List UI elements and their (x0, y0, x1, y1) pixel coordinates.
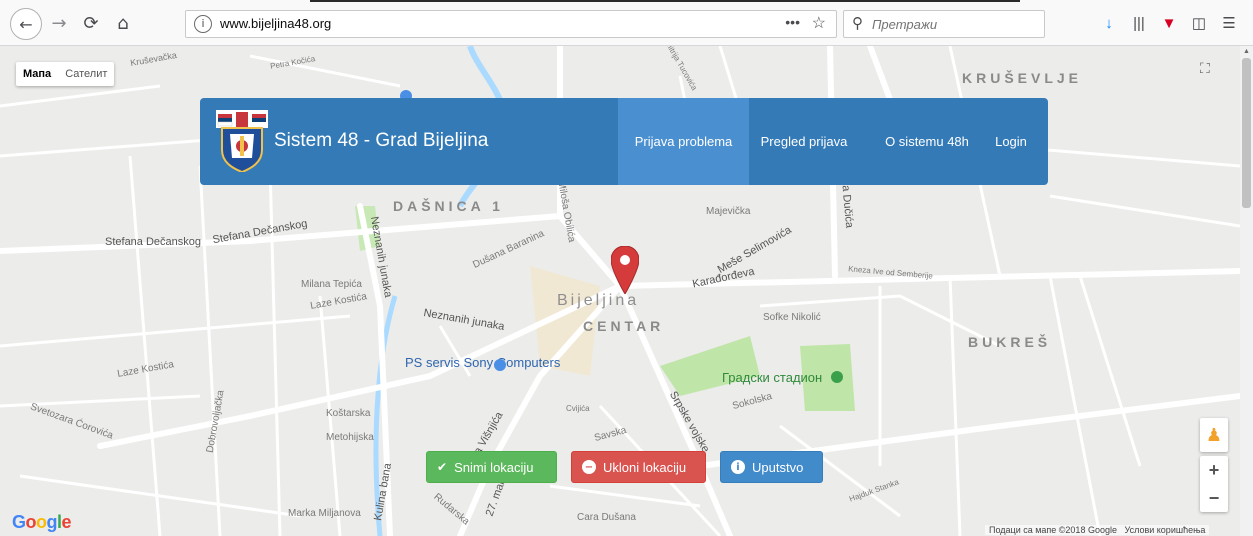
street-label: Koštarska (326, 408, 371, 419)
site-brand[interactable]: Sistem 48 - Grad Bijeljina (274, 130, 488, 152)
street-label: Cara Dušana (577, 512, 636, 523)
search-box[interactable]: ⚲ Претражи (843, 10, 1045, 38)
nav-view-reports[interactable]: Pregled prijava (749, 98, 859, 185)
map-attribution: Подаци са мапе ©2018 Google Услови кориш… (985, 525, 1210, 535)
location-marker-icon[interactable] (611, 246, 639, 294)
ublock-shield-icon[interactable]: ▼ (1158, 12, 1180, 34)
remove-location-label: Ukloni lokaciju (603, 459, 687, 475)
url-text[interactable]: www.bijeljina48.org (220, 16, 331, 31)
search-placeholder[interactable]: Претражи (872, 17, 937, 32)
nav-login[interactable]: Login (986, 98, 1036, 185)
street-label: Stefana Dečanskog (105, 236, 202, 248)
instructions-button[interactable]: i Uputstvo (720, 451, 823, 483)
save-location-label: Snimi lokaciju (454, 459, 534, 475)
zoom-in-button[interactable]: + (1200, 456, 1228, 484)
map-type-map-button[interactable]: Мапа (16, 62, 58, 86)
street-label: Marka Miljanova (288, 508, 361, 519)
street-label: Milana Tepića (301, 279, 362, 290)
menu-icon[interactable]: ☰ (1218, 12, 1240, 34)
fullscreen-icon[interactable]: ⛶ (1200, 60, 1220, 80)
scroll-up-icon[interactable]: ▲ (1243, 48, 1250, 55)
zoom-control: + − (1200, 456, 1228, 512)
scrollbar-thumb[interactable] (1242, 58, 1251, 208)
google-logo: Google (12, 512, 72, 532)
check-icon: ✔ (437, 460, 448, 474)
bookmark-star-icon[interactable]: ☆ (812, 13, 826, 33)
city-crest-logo[interactable] (216, 110, 268, 172)
save-location-button[interactable]: ✔ Snimi lokaciju (426, 451, 557, 483)
home-icon[interactable]: ⌂ (110, 10, 136, 36)
district-label: KRUŠEVLJE (962, 70, 1083, 86)
poi-label[interactable]: PS servis Sony Computers (405, 356, 560, 370)
forward-button[interactable]: → (46, 10, 72, 36)
info-circle-icon: i (731, 460, 745, 474)
reload-icon[interactable]: ⟳ (78, 10, 104, 36)
street-label: Cvijića (566, 404, 590, 413)
street-label: Sofke Nikolić (763, 312, 821, 323)
nav-about[interactable]: O sistemu 48h (872, 98, 982, 185)
stadium-label[interactable]: Градски стадион (722, 370, 822, 385)
street-view-pegman-icon[interactable]: ♟ (1200, 418, 1228, 452)
street-label: Majevička (706, 206, 751, 217)
remove-location-button[interactable]: − Ukloni lokaciju (571, 451, 706, 483)
instructions-label: Uputstvo (752, 459, 804, 475)
back-button[interactable]: ← (10, 8, 42, 40)
shop-icon[interactable] (494, 359, 506, 371)
library-icon[interactable]: ||| (1128, 12, 1150, 34)
page-scrollbar[interactable]: ▲ (1240, 46, 1253, 536)
sidebar-icon[interactable]: ◫ (1188, 12, 1210, 34)
map-type-satellite-button[interactable]: Сателит (58, 62, 114, 86)
address-bar[interactable]: i www.bijeljina48.org ••• ☆ (185, 10, 837, 38)
street-label: Metohijska (326, 432, 374, 443)
navbar: Sistem 48 - Grad Bijeljina Prijava probl… (200, 98, 1048, 185)
info-icon[interactable]: i (194, 15, 212, 33)
district-label: BUKREŠ (968, 334, 1052, 350)
map-type-control: Мапа Сателит (16, 62, 115, 86)
page-actions-button[interactable]: ••• (785, 14, 800, 30)
browser-toolbar: ← → ⟳ ⌂ i www.bijeljina48.org ••• ☆ ⚲ Пр… (0, 0, 1253, 46)
district-label: CENTAR (583, 318, 665, 334)
nav-report-problem[interactable]: Prijava problema (618, 98, 749, 185)
minus-circle-icon: − (582, 460, 596, 474)
attribution-text: Подаци са мапе ©2018 Google (989, 525, 1117, 535)
tab-strip-edge (310, 0, 1020, 2)
terms-link[interactable]: Услови коришћења (1124, 525, 1205, 535)
park-icon[interactable] (831, 371, 843, 383)
district-label: DAŠNICA 1 (393, 198, 504, 214)
search-icon: ⚲ (852, 15, 863, 32)
city-label: Bijeljina (557, 292, 640, 309)
zoom-out-button[interactable]: − (1200, 484, 1228, 512)
download-icon[interactable]: ↓ (1098, 12, 1120, 34)
